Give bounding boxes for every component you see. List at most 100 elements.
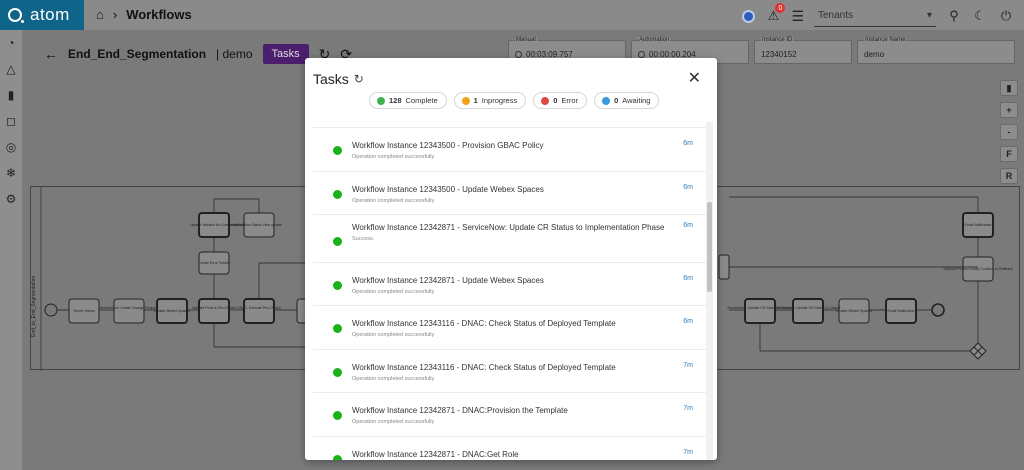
back-arrow-icon[interactable]: ← xyxy=(44,46,58,62)
dark-mode-icon[interactable]: ☾ xyxy=(972,8,988,24)
status-count: 0 xyxy=(553,96,558,105)
svg-text:ServiceNow: Update CR Status t: ServiceNow: Update CR Status to Closed xyxy=(776,306,841,310)
task-status-dot-icon xyxy=(333,190,342,199)
task-row[interactable]: Workflow Instance 12342871 - ServiceNow:… xyxy=(313,215,707,263)
power-icon[interactable]: ⏻ xyxy=(998,8,1014,24)
task-row[interactable]: Workflow Instance 12343500 - Provision G… xyxy=(313,128,707,172)
status-chip-awaiting[interactable]: 0 Awaiting xyxy=(594,92,660,109)
clock-icon xyxy=(638,51,645,58)
task-status-text: Success. xyxy=(352,236,375,242)
settings-gear-icon[interactable]: ⚙ xyxy=(0,186,22,212)
svg-text:ServiceNow: Create Change Requ: ServiceNow: Create Change Request xyxy=(100,306,158,310)
task-time: 7m xyxy=(683,362,693,369)
task-title: Workflow Instance 12342871 - ServiceNow:… xyxy=(352,223,665,232)
task-title: Workflow Instance 12342871 - DNAC:Get Ro… xyxy=(352,450,519,459)
task-list-scrollbar[interactable] xyxy=(706,122,713,460)
close-icon[interactable]: ✕ xyxy=(688,68,701,88)
status-chips: 128 Complete 1 Inprogress 0 Error 0 Awaiting xyxy=(369,92,660,109)
snowflake-icon[interactable]: ❄ xyxy=(0,160,22,186)
task-title: Workflow Instance 12342871 - DNAC:Provis… xyxy=(352,406,568,415)
status-chip-complete[interactable]: 128 Complete xyxy=(369,92,447,109)
automation-label: Automation xyxy=(638,37,671,43)
task-row[interactable]: Workflow Instance 12343500 - Update Webe… xyxy=(313,172,707,215)
svg-text:Create Error Tickets: Create Error Tickets xyxy=(198,261,229,265)
breadcrumb-current[interactable]: Workflows xyxy=(126,7,192,22)
breadcrumb: ⌂ › Workflows xyxy=(96,7,192,22)
zoom-in-button[interactable]: + xyxy=(1000,102,1018,118)
svg-text:Email Notification: Email Notification xyxy=(887,309,914,313)
task-time: 7m xyxy=(683,449,693,456)
modal-header: Tasks ↻ ✕ 128 Complete 1 Inprogress 0 Error 0 A… xyxy=(305,58,717,122)
tenant-select[interactable]: Tenants ▾ xyxy=(814,5,936,27)
analytics-icon[interactable]: ▮ xyxy=(0,82,22,108)
svg-text:Validate Ports & Pre-Checks: Validate Ports & Pre-Checks xyxy=(192,306,236,310)
assistant-icon[interactable] xyxy=(742,9,756,23)
scrollbar-thumb[interactable] xyxy=(707,202,712,292)
status-chip-inprogress[interactable]: 1 Inprogress xyxy=(453,92,527,109)
dashboard-icon[interactable]: ◔ xyxy=(0,30,22,56)
chevron-right-icon: › xyxy=(112,7,118,22)
task-row[interactable]: Workflow Instance 12342871 - Update Webe… xyxy=(313,263,707,306)
modal-title-text: Tasks xyxy=(313,71,349,87)
refresh-tasks-icon[interactable]: ↻ xyxy=(354,72,364,86)
task-title: Workflow Instance 12343116 - DNAC: Check… xyxy=(352,319,616,328)
task-status-dot-icon xyxy=(333,455,342,460)
notify-icon[interactable]: △ xyxy=(0,56,22,82)
atom-logo-icon xyxy=(8,8,24,23)
task-list[interactable]: Workflow Instance 12343500 - Provision G… xyxy=(313,122,707,460)
fit-button[interactable]: F xyxy=(1000,146,1018,162)
task-status-text: Operation completed successfully xyxy=(352,289,435,295)
home-icon[interactable]: ⌂ xyxy=(96,7,104,22)
task-row[interactable]: Workflow Instance 12343116 - DNAC: Check… xyxy=(313,306,707,350)
status-dot-icon xyxy=(541,96,550,105)
task-status-text: Operation completed successfully xyxy=(352,419,435,425)
task-status-dot-icon xyxy=(333,146,342,155)
svg-text:Optional Point to Notify Conti: Optional Point to Notify Continue to Rol… xyxy=(943,267,1012,271)
user-settings-icon[interactable]: ⚲ xyxy=(946,8,962,24)
task-time: 6m xyxy=(683,222,693,229)
status-label: Complete xyxy=(405,96,438,105)
status-count: 1 xyxy=(473,96,478,105)
workflow-tenant: | demo xyxy=(216,47,253,61)
svg-text:Workflow Status View update: Workflow Status View update xyxy=(236,223,281,227)
instance-name-value: demo xyxy=(864,50,885,59)
instance-id-label: Instance ID xyxy=(761,37,794,43)
task-title: Workflow Instance 12343500 - Provision G… xyxy=(352,141,544,150)
svg-text:Server Hands: Server Hands xyxy=(73,309,95,313)
security-shield-icon[interactable]: ◎ xyxy=(0,134,22,160)
task-time: 7m xyxy=(683,405,693,412)
task-row[interactable]: Workflow Instance 12342871 - DNAC:Provis… xyxy=(313,393,707,437)
instance-name-label: Instance Name xyxy=(864,37,907,43)
status-label: Awaiting xyxy=(622,96,651,105)
task-row[interactable]: Workflow Instance 12343116 - DNAC: Check… xyxy=(313,350,707,393)
lane-label: End_to_End_Segmentation xyxy=(31,276,37,337)
notification-bell-icon[interactable]: ⚠ 0 xyxy=(765,3,786,24)
status-chip-error[interactable]: 0 Error xyxy=(533,92,588,109)
reset-button[interactable]: R xyxy=(1000,168,1018,184)
task-time: 6m xyxy=(683,318,693,325)
task-status-dot-icon xyxy=(333,281,342,290)
status-count: 0 xyxy=(614,96,619,105)
tenant-placeholder: Tenants xyxy=(818,10,854,21)
task-status-dot-icon xyxy=(333,324,342,333)
task-title: Workflow Instance 12343116 - DNAC: Check… xyxy=(352,363,616,372)
zoom-out-button[interactable]: - xyxy=(1000,124,1018,140)
status-count: 128 xyxy=(389,96,402,105)
task-status-dot-icon xyxy=(333,411,342,420)
instance-id-field: Instance ID 12340152 xyxy=(754,37,852,64)
task-row[interactable]: Workflow Instance 12342871 - DNAC:Get Ro… xyxy=(313,437,707,460)
network-icon[interactable]: ◻ xyxy=(0,108,22,134)
app-logo[interactable]: atom xyxy=(0,0,84,30)
fit-page-icon[interactable]: ▮ xyxy=(1000,80,1018,96)
task-time: 6m xyxy=(683,275,693,282)
notification-badge: 0 xyxy=(775,3,786,13)
tasks-button[interactable]: Tasks xyxy=(262,44,309,64)
menu-list-icon[interactable]: ☰ xyxy=(791,8,804,25)
task-time: 6m xyxy=(683,184,693,191)
status-dot-icon xyxy=(377,96,385,105)
svg-text:Update Variable for Conformity: Update Variable for Conformity xyxy=(190,223,238,227)
svg-text:DNAC: Execute Pre-Checks: DNAC: Execute Pre-Checks xyxy=(237,306,281,310)
diagram-tools: ▮ + - F R xyxy=(1000,80,1018,184)
instance-name-field: Instance Name demo xyxy=(857,37,1015,64)
task-status-text: Operation completed successfully xyxy=(352,154,435,160)
